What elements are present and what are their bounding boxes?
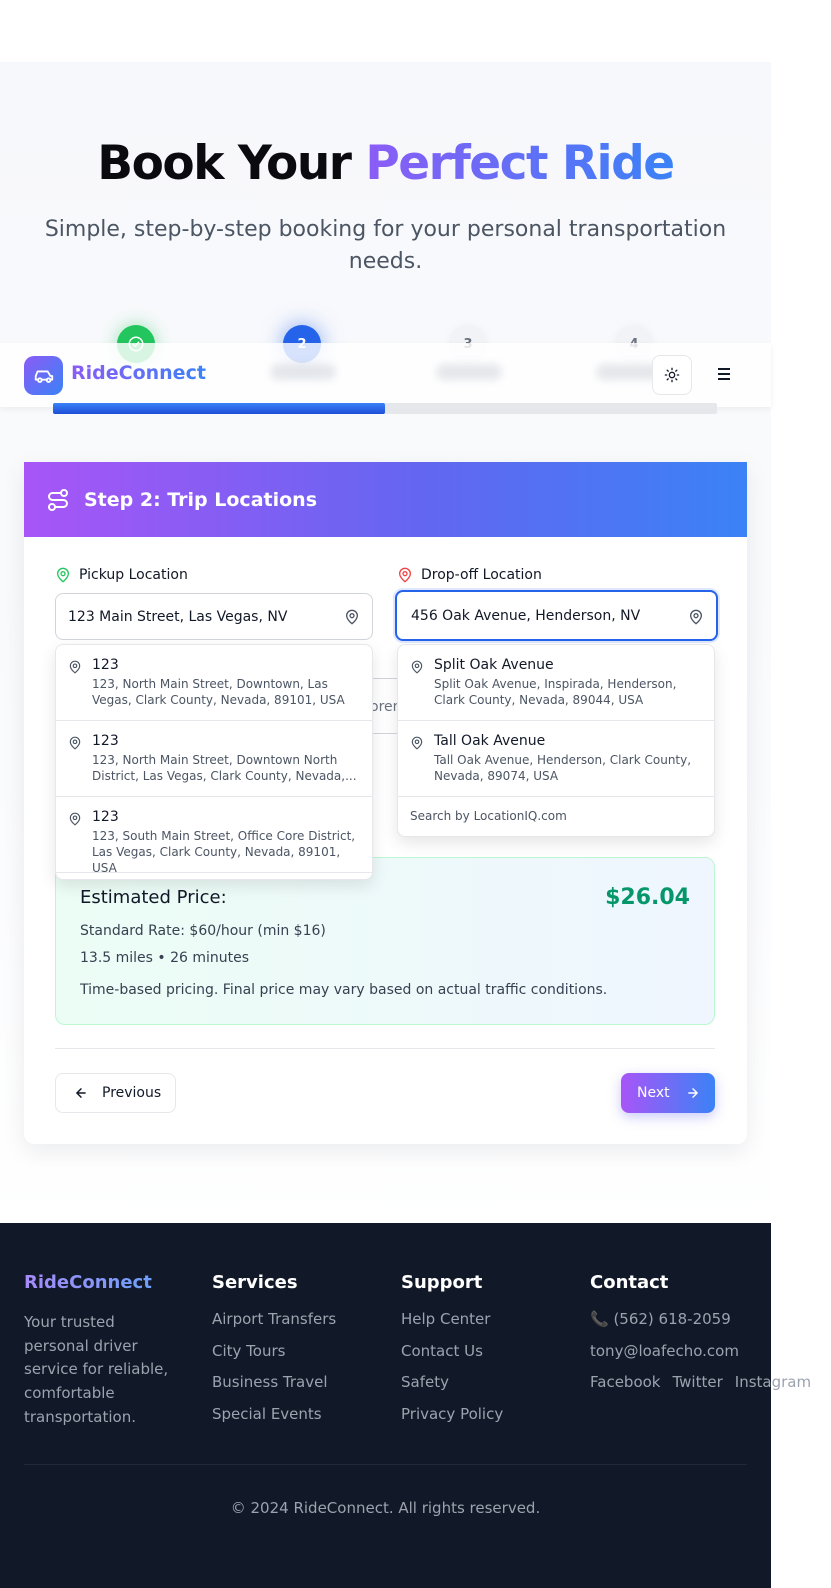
footer-brand-column: RideConnect Your trusted personal driver… [24, 1272, 184, 1430]
footer-brand[interactable]: RideConnect [24, 1272, 184, 1293]
footer-services-column: Services Airport Transfers City Tours Bu… [212, 1272, 336, 1431]
footer-link-safety[interactable]: Safety [401, 1367, 503, 1399]
price-note: Time-based pricing. Final price may vary… [80, 982, 608, 998]
footer-contact-heading: Contact [590, 1272, 669, 1293]
price-rate: Standard Rate: $60/hour (min $16) [80, 923, 326, 939]
step-3-label-blurred [436, 364, 502, 380]
arrow-left-icon [75, 1088, 86, 1098]
hamburger-icon [718, 368, 730, 380]
footer-link-business[interactable]: Business Travel [212, 1367, 336, 1399]
price-trip-stats: 13.5 miles • 26 minutes [80, 950, 250, 966]
dropoff-suggestions: Split Oak Avenue Split Oak Avenue, Inspi… [397, 644, 715, 837]
footer-link-events[interactable]: Special Events [212, 1399, 336, 1431]
dropoff-label: Drop-off Location [397, 567, 542, 583]
pickup-input-value: 123 Main Street, Las Vegas, NV [68, 608, 288, 625]
suggestion-title: 123 [92, 657, 119, 673]
theme-toggle-button[interactable] [652, 355, 692, 395]
arrow-right-icon [687, 1088, 698, 1098]
card-title: Step 2: Trip Locations [84, 488, 318, 511]
map-pin-icon[interactable] [688, 608, 704, 626]
footer-link-privacy[interactable]: Privacy Policy [401, 1399, 503, 1431]
previous-button[interactable]: Previous [55, 1073, 176, 1113]
dropoff-input-value: 456 Oak Avenue, Henderson, NV [411, 607, 641, 624]
copyright: © 2024 RideConnect. All rights reserved. [230, 1499, 541, 1517]
brand-name[interactable]: RideConnect [71, 362, 206, 384]
map-pin-red-icon [398, 567, 412, 583]
car-icon [34, 370, 53, 383]
page-title: Book Your Perfect Ride [0, 136, 771, 191]
menu-button[interactable] [705, 355, 743, 393]
divider [55, 1048, 715, 1049]
progress-fill [53, 403, 385, 414]
footer-socials: Facebook Twitter Instagram [590, 1367, 823, 1399]
locationiq-attribution[interactable]: Search by LocationIQ.com [398, 797, 714, 835]
progress-bar [53, 403, 717, 414]
footer-services-heading: Services [212, 1272, 298, 1293]
map-pin-icon [69, 736, 81, 750]
social-link-instagram[interactable]: Instagram [735, 1373, 811, 1391]
footer-tagline: Your trusted personal driver service for… [24, 1313, 169, 1426]
card-header: Step 2: Trip Locations [24, 462, 747, 537]
logo[interactable] [24, 356, 63, 395]
dropoff-label-text: Drop-off Location [421, 567, 542, 583]
previous-label: Previous [102, 1085, 162, 1101]
suggestion-address: 123, North Main Street, Downtown North D… [92, 753, 357, 783]
next-button[interactable]: Next [621, 1073, 715, 1113]
footer-contact-column: Contact 📞 (562) 618-2059 tony@loafecho.c… [590, 1272, 823, 1399]
suggestion-item[interactable]: 123 123, North Main Street, Downtown Nor… [56, 721, 372, 797]
price-label: Estimated Price: [80, 887, 227, 908]
title-plain: Book Your [97, 136, 352, 191]
footer-divider [24, 1464, 747, 1465]
price-estimate-panel: Estimated Price: $26.04 Standard Rate: $… [55, 857, 715, 1025]
page-subtitle: Simple, step-by-step booking for your pe… [44, 217, 727, 274]
footer-link-airport[interactable]: Airport Transfers [212, 1304, 336, 1336]
map-pin-icon [69, 812, 81, 826]
map-pin-icon [69, 660, 81, 674]
map-pin-icon[interactable] [344, 608, 360, 626]
price-value: $26.04 [605, 885, 690, 910]
footer-link-contact[interactable]: Contact Us [401, 1336, 503, 1368]
suggestion-item[interactable]: Tall Oak Avenue Tall Oak Avenue, Henders… [398, 721, 714, 797]
footer-link-help[interactable]: Help Center [401, 1304, 503, 1336]
suggestion-title: Split Oak Avenue [434, 657, 554, 673]
route-icon [48, 488, 68, 511]
pickup-label-text: Pickup Location [79, 567, 188, 583]
map-pin-icon [411, 736, 423, 750]
suggestion-address: Tall Oak Avenue, Henderson, Clark County… [434, 753, 692, 783]
sun-icon [664, 367, 680, 383]
social-link-twitter[interactable]: Twitter [672, 1373, 722, 1391]
next-label: Next [637, 1085, 670, 1101]
footer-support-column: Support Help Center Contact Us Safety Pr… [401, 1272, 503, 1431]
title-accent: Perfect Ride [365, 136, 675, 191]
suggestion-item[interactable]: 123 123, South Main Street, Office Core … [56, 797, 372, 875]
suggestion-item[interactable]: Split Oak Avenue Split Oak Avenue, Inspi… [398, 645, 714, 721]
suggestion-title: 123 [92, 809, 119, 825]
dropoff-input[interactable]: 456 Oak Avenue, Henderson, NV [395, 590, 718, 641]
suggestion-address: 123, North Main Street, Downtown, Las Ve… [92, 677, 345, 707]
step-2-label-blurred [270, 364, 336, 380]
footer-email[interactable]: tony@loafecho.com [590, 1336, 823, 1368]
footer-phone[interactable]: 📞 (562) 618-2059 [590, 1304, 823, 1336]
suggestion-item[interactable]: 123 123, North Main Street, Downtown, La… [56, 645, 372, 721]
suggestion-address: 123, South Main Street, Office Core Dist… [92, 829, 356, 875]
social-link-facebook[interactable]: Facebook [590, 1373, 660, 1391]
pickup-suggestions: 123 123, North Main Street, Downtown, La… [55, 644, 373, 880]
footer-support-heading: Support [401, 1272, 483, 1293]
pickup-label: Pickup Location [55, 567, 188, 583]
suggestion-title: Tall Oak Avenue [434, 733, 546, 749]
suggestion-title: 123 [92, 733, 119, 749]
footer-link-city-tours[interactable]: City Tours [212, 1336, 336, 1368]
map-pin-icon [411, 660, 423, 674]
suggestion-address: Split Oak Avenue, Inspirada, Henderson, … [434, 677, 677, 707]
pickup-input[interactable]: 123 Main Street, Las Vegas, NV [55, 593, 373, 640]
map-pin-green-icon [56, 567, 70, 583]
